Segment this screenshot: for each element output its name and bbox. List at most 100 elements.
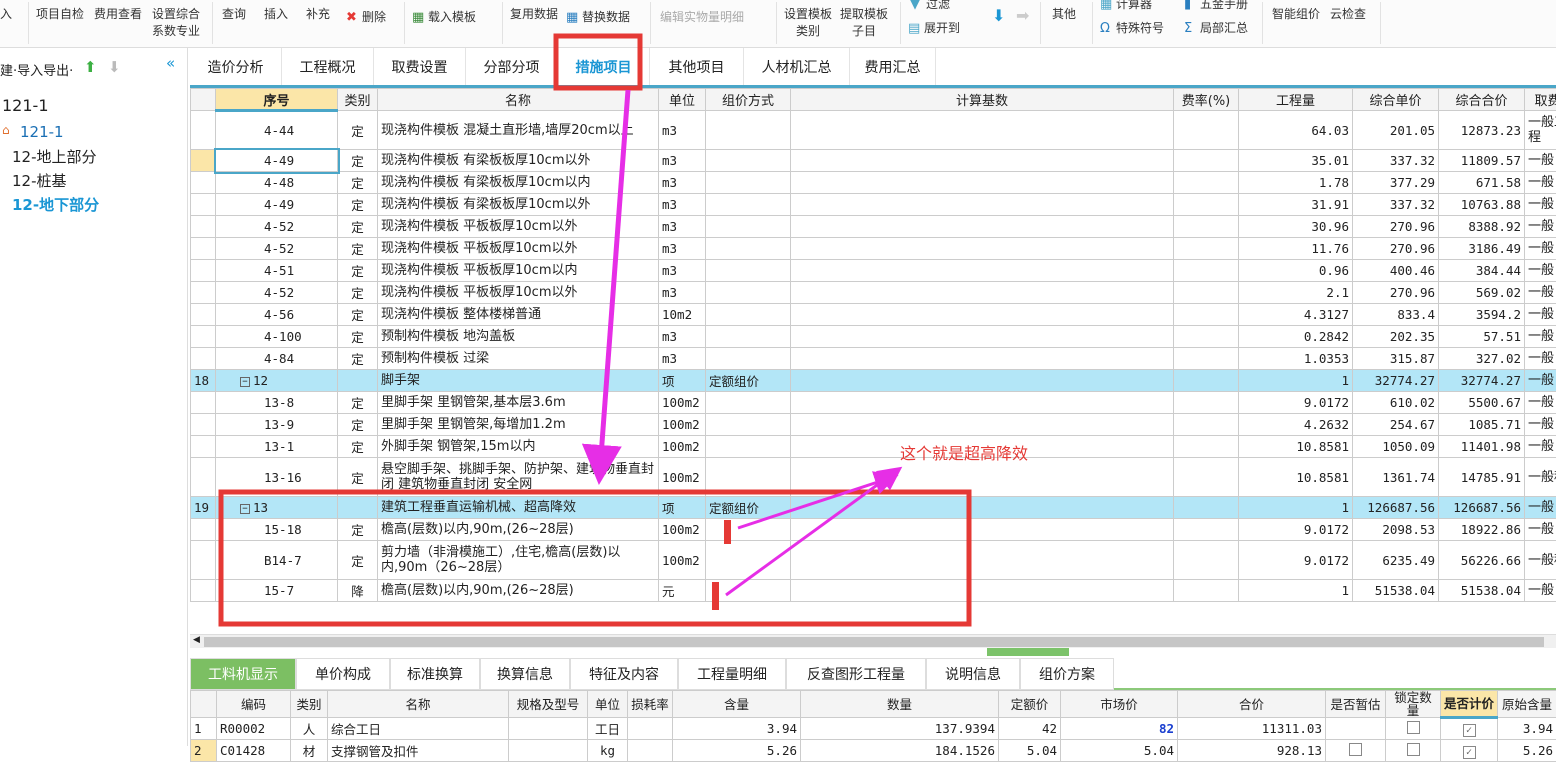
cell[interactable]: 项 [659, 370, 706, 392]
cell[interactable]: 10.8581 [1239, 458, 1353, 497]
cell[interactable]: 一般程 [1525, 541, 1556, 580]
cell[interactable] [338, 497, 378, 519]
toolbar-button-9[interactable]: 复用数据 [510, 6, 558, 23]
cell[interactable]: 1 [191, 718, 217, 740]
bottom-tab-8[interactable]: 组价方案 [1020, 658, 1114, 690]
cell[interactable]: 13-8 [216, 392, 338, 414]
cell[interactable]: 11311.03 [1178, 718, 1326, 740]
cell[interactable]: 脚手架 [378, 370, 659, 392]
cell[interactable]: 一般 [1525, 150, 1556, 172]
cell[interactable]: 定 [338, 150, 378, 172]
tab-2[interactable]: 取费设置 [374, 48, 466, 85]
cell[interactable]: 一般 [1525, 260, 1556, 282]
table-row[interactable]: B14-7定剪力墙（非滑模施工）,住宅,檐高(层数)以内,90m（26~28层）… [191, 541, 1556, 580]
cell[interactable]: 定 [338, 348, 378, 370]
cell[interactable] [706, 282, 791, 304]
cell[interactable]: 400.46 [1353, 260, 1439, 282]
toolbar-button-10[interactable]: 替换数据 [582, 9, 630, 26]
toolbar-button-4[interactable]: 查询 [222, 6, 246, 23]
cell[interactable]: 一般 [1525, 238, 1556, 260]
cell[interactable] [1174, 172, 1239, 194]
cell[interactable]: 100m2 [659, 392, 706, 414]
cell[interactable]: 270.96 [1353, 238, 1439, 260]
cell[interactable] [1174, 304, 1239, 326]
cell[interactable]: 0.2842 [1239, 326, 1353, 348]
collapse-icon[interactable]: − [240, 377, 250, 387]
cell[interactable] [791, 194, 1174, 216]
column-header[interactable]: 合价 [1178, 691, 1326, 718]
cell[interactable]: 一般 [1525, 304, 1556, 326]
cell[interactable]: 11809.57 [1439, 150, 1525, 172]
cell[interactable]: 1.78 [1239, 172, 1353, 194]
cell[interactable] [791, 238, 1174, 260]
cell[interactable] [1174, 541, 1239, 580]
cell[interactable]: m3 [659, 282, 706, 304]
table-row[interactable]: 4-44定现浇构件模板 混凝土直形墙,墙厚20cm以上m364.03201.05… [191, 111, 1556, 150]
cell[interactable] [1326, 718, 1386, 740]
cell[interactable] [1174, 497, 1239, 519]
toolbar-button-0[interactable]: 入 [0, 6, 12, 23]
cell[interactable]: 51538.04 [1353, 580, 1439, 602]
column-header[interactable]: 定额价 [999, 691, 1061, 718]
cell[interactable]: 檐高(层数)以内,90m,(26~28层) [378, 580, 659, 602]
table-row[interactable]: 2C01428材支撑钢管及扣件kg5.26184.15265.045.04928… [191, 740, 1556, 762]
cell[interactable]: 预制构件模板 过梁 [378, 348, 659, 370]
tab-5[interactable]: 其他项目 [650, 48, 744, 85]
bottom-tab-6[interactable]: 反查图形工程量 [786, 658, 926, 690]
cell[interactable]: 0.96 [1239, 260, 1353, 282]
cell[interactable]: 一般工程 [1525, 111, 1556, 150]
cell[interactable]: 14785.91 [1439, 458, 1525, 497]
cell[interactable]: 预制构件模板 地沟盖板 [378, 326, 659, 348]
cell[interactable]: C01428 [217, 740, 291, 762]
cell[interactable]: 13-9 [216, 414, 338, 436]
cell[interactable]: 18922.86 [1439, 519, 1525, 541]
cell[interactable] [791, 216, 1174, 238]
cell[interactable]: 4.3127 [1239, 304, 1353, 326]
cell[interactable]: 一般 [1525, 392, 1556, 414]
cell[interactable] [509, 718, 588, 740]
column-header[interactable]: 组价方式 [706, 89, 791, 111]
cell[interactable] [791, 414, 1174, 436]
column-header[interactable]: 是否暂估 [1326, 691, 1386, 718]
table-row[interactable]: 15-18定檐高(层数)以内,90m,(26~28层)100m29.017220… [191, 519, 1556, 541]
cell[interactable]: 工日 [588, 718, 628, 740]
cell[interactable]: 现浇构件模板 平板板厚10cm以内 [378, 260, 659, 282]
cell[interactable] [791, 111, 1174, 150]
cell[interactable]: 5.04 [1061, 740, 1178, 762]
collapse-panel-icon[interactable]: « [166, 54, 175, 72]
cell[interactable]: 一般 [1525, 580, 1556, 602]
cell[interactable] [791, 497, 1174, 519]
cell[interactable]: 现浇构件模板 有梁板板厚10cm以外 [378, 150, 659, 172]
toolbar-button-6[interactable]: 补充 [306, 6, 330, 23]
cell[interactable]: 64.03 [1239, 111, 1353, 150]
cell[interactable] [1174, 414, 1239, 436]
cell[interactable]: 126687.56 [1353, 497, 1439, 519]
toolbar-button-14[interactable]: 过滤 [926, 0, 950, 13]
cell[interactable]: 一般 [1525, 519, 1556, 541]
cell[interactable]: 定 [338, 458, 378, 497]
cell[interactable]: 35.01 [1239, 150, 1353, 172]
cell[interactable]: 悬空脚手架、挑脚手架、防护架、建筑物垂直封闭 建筑物垂直封闭 安全网 [378, 458, 659, 497]
table-row[interactable]: 15-7降檐高(层数)以内,90m,(26~28层)元151538.045153… [191, 580, 1556, 602]
cell[interactable]: 现浇构件模板 有梁板板厚10cm以内 [378, 172, 659, 194]
cell[interactable]: m3 [659, 238, 706, 260]
cell[interactable]: 一般 [1525, 216, 1556, 238]
cell[interactable]: 1085.71 [1439, 414, 1525, 436]
cell[interactable]: 建筑工程垂直运输机械、超高降效 [378, 497, 659, 519]
tree-root[interactable]: 121-1 [2, 96, 49, 115]
table-row[interactable]: 4-51定现浇构件模板 平板板厚10cm以内m30.96400.46384.44… [191, 260, 1556, 282]
column-header[interactable]: 数量 [801, 691, 999, 718]
cell[interactable]: 3.94 [1498, 718, 1556, 740]
cell[interactable]: 檐高(层数)以内,90m,(26~28层) [378, 519, 659, 541]
cell[interactable] [1174, 238, 1239, 260]
import-export-menu[interactable]: 建·导入导出· [0, 60, 73, 79]
table-row[interactable]: 4-49定现浇构件模板 有梁板板厚10cm以外m331.91337.321076… [191, 194, 1556, 216]
tab-6[interactable]: 人材机汇总 [744, 48, 850, 85]
cell[interactable]: 定 [338, 541, 378, 580]
cell[interactable]: 4-100 [216, 326, 338, 348]
cell[interactable] [791, 282, 1174, 304]
cell[interactable]: 支撑钢管及扣件 [328, 740, 509, 762]
checkbox[interactable]: ✓ [1463, 746, 1476, 759]
table-row[interactable]: 13-8定里脚手架 里钢管架,基本层3.6m100m29.0172610.025… [191, 392, 1556, 414]
cell[interactable]: 定额组价 [706, 497, 791, 519]
